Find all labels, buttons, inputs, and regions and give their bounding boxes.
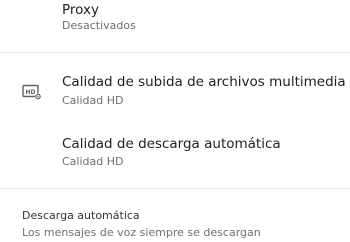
settings-screen: Proxy Desactivados Calidad de subida de … bbox=[0, 0, 350, 242]
proxy-title: Proxy bbox=[62, 2, 99, 18]
upload-quality-row[interactable]: Calidad de subida de archivos multimedia… bbox=[0, 53, 350, 113]
upload-quality-title: Calidad de subida de archivos multimedia bbox=[62, 74, 346, 90]
proxy-subtitle: Desactivados bbox=[62, 19, 136, 32]
proxy-setting-row[interactable]: Proxy Desactivados bbox=[0, 0, 350, 52]
auto-download-section-header: Descarga automática bbox=[22, 209, 140, 222]
auto-download-quality-subtitle: Calidad HD bbox=[62, 155, 124, 168]
auto-download-quality-row[interactable]: Calidad de descarga automática Calidad H… bbox=[0, 120, 350, 180]
svg-text:HD: HD bbox=[25, 89, 35, 96]
upload-quality-subtitle: Calidad HD bbox=[62, 94, 124, 107]
hd-settings-icon: HD bbox=[22, 84, 42, 100]
divider bbox=[0, 188, 350, 189]
auto-download-quality-title: Calidad de descarga automática bbox=[62, 136, 281, 152]
auto-download-section-subtitle: Los mensajes de voz siempre se descargan bbox=[22, 226, 261, 239]
